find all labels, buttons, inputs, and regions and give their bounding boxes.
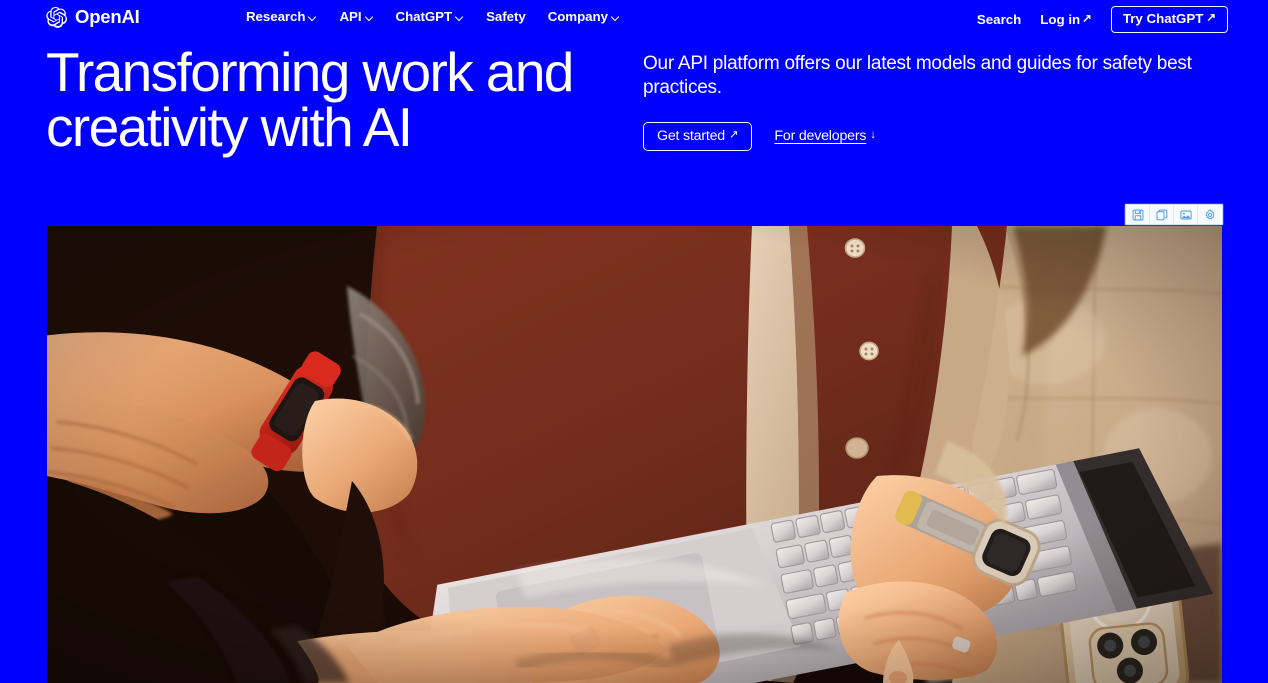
copy-button[interactable] [1150,205,1174,224]
login-link[interactable]: Log in ↗ [1040,12,1092,27]
hero-description: Our API platform offers our latest model… [643,53,1192,99]
arrow-down-icon: ↓ [870,129,876,142]
try-chatgpt-button[interactable]: Try ChatGPT ↗ [1110,6,1228,33]
brand-name: OpenAI [75,5,140,27]
page-title: Transforming work and creativity with AI [46,45,646,155]
hero-photograph [47,226,1222,683]
chevron-down-icon [308,13,317,22]
brand-home-link[interactable]: OpenAI [45,5,140,29]
login-label: Log in [1040,11,1081,27]
copy-icon [1155,209,1168,221]
search-label: Search [976,11,1022,27]
page-title-line-1: Transforming work and [46,41,574,103]
nav-item-company[interactable]: Company [548,9,620,24]
page-title-line-2: creativity with AI [46,96,413,158]
nav-item-safety[interactable]: Safety [486,9,526,24]
save-icon [1132,209,1144,221]
nav-item-chatgpt[interactable]: ChatGPT [396,9,465,24]
nav-item-label: Research [246,9,306,24]
nav-utility-menu: Search Log in ↗ Try ChatGPT ↗ [977,6,1228,33]
hero-image [47,226,1222,683]
image-icon [1179,209,1192,221]
nav-item-api[interactable]: API [339,9,373,24]
nav-item-label: ChatGPT [395,9,453,24]
get-started-button[interactable]: Get started ↗ [643,121,753,151]
save-button[interactable] [1126,205,1150,224]
chevron-down-icon [365,13,374,22]
hero-cta-group: Get started ↗ For developers ↓ [643,121,1223,151]
hero-secondary-column: Our API platform offers our latest model… [643,52,1223,151]
nav-item-label: Company [547,9,608,24]
for-developers-label: For developers [774,128,867,145]
arrow-up-right-icon: ↗ [1206,12,1216,25]
nav-item-label: API [339,9,362,24]
floating-screenshot-toolbar[interactable] [1125,204,1223,225]
search-button[interactable]: Search [977,12,1021,27]
chevron-down-icon [455,13,464,22]
settings-button[interactable] [1198,205,1222,224]
get-started-label: Get started [657,127,725,144]
for-developers-link[interactable]: For developers ↓ [774,128,876,145]
image-button[interactable] [1174,205,1198,224]
settings-gear-icon [1204,208,1216,221]
openai-homepage: OpenAI Research API ChatGPT Safety Compa… [0,0,1268,683]
openai-logo-icon [45,6,68,29]
arrow-up-right-icon: ↗ [728,128,739,141]
nav-item-label: Safety [486,9,526,24]
primary-nav-menu: Research API ChatGPT Safety Company [246,9,620,24]
try-chatgpt-label: Try ChatGPT [1122,11,1204,26]
chevron-down-icon [611,13,620,22]
top-navigation-bar: OpenAI Research API ChatGPT Safety Compa… [0,0,1268,34]
arrow-up-right-icon: ↗ [1082,12,1092,25]
nav-item-research[interactable]: Research [246,9,317,24]
